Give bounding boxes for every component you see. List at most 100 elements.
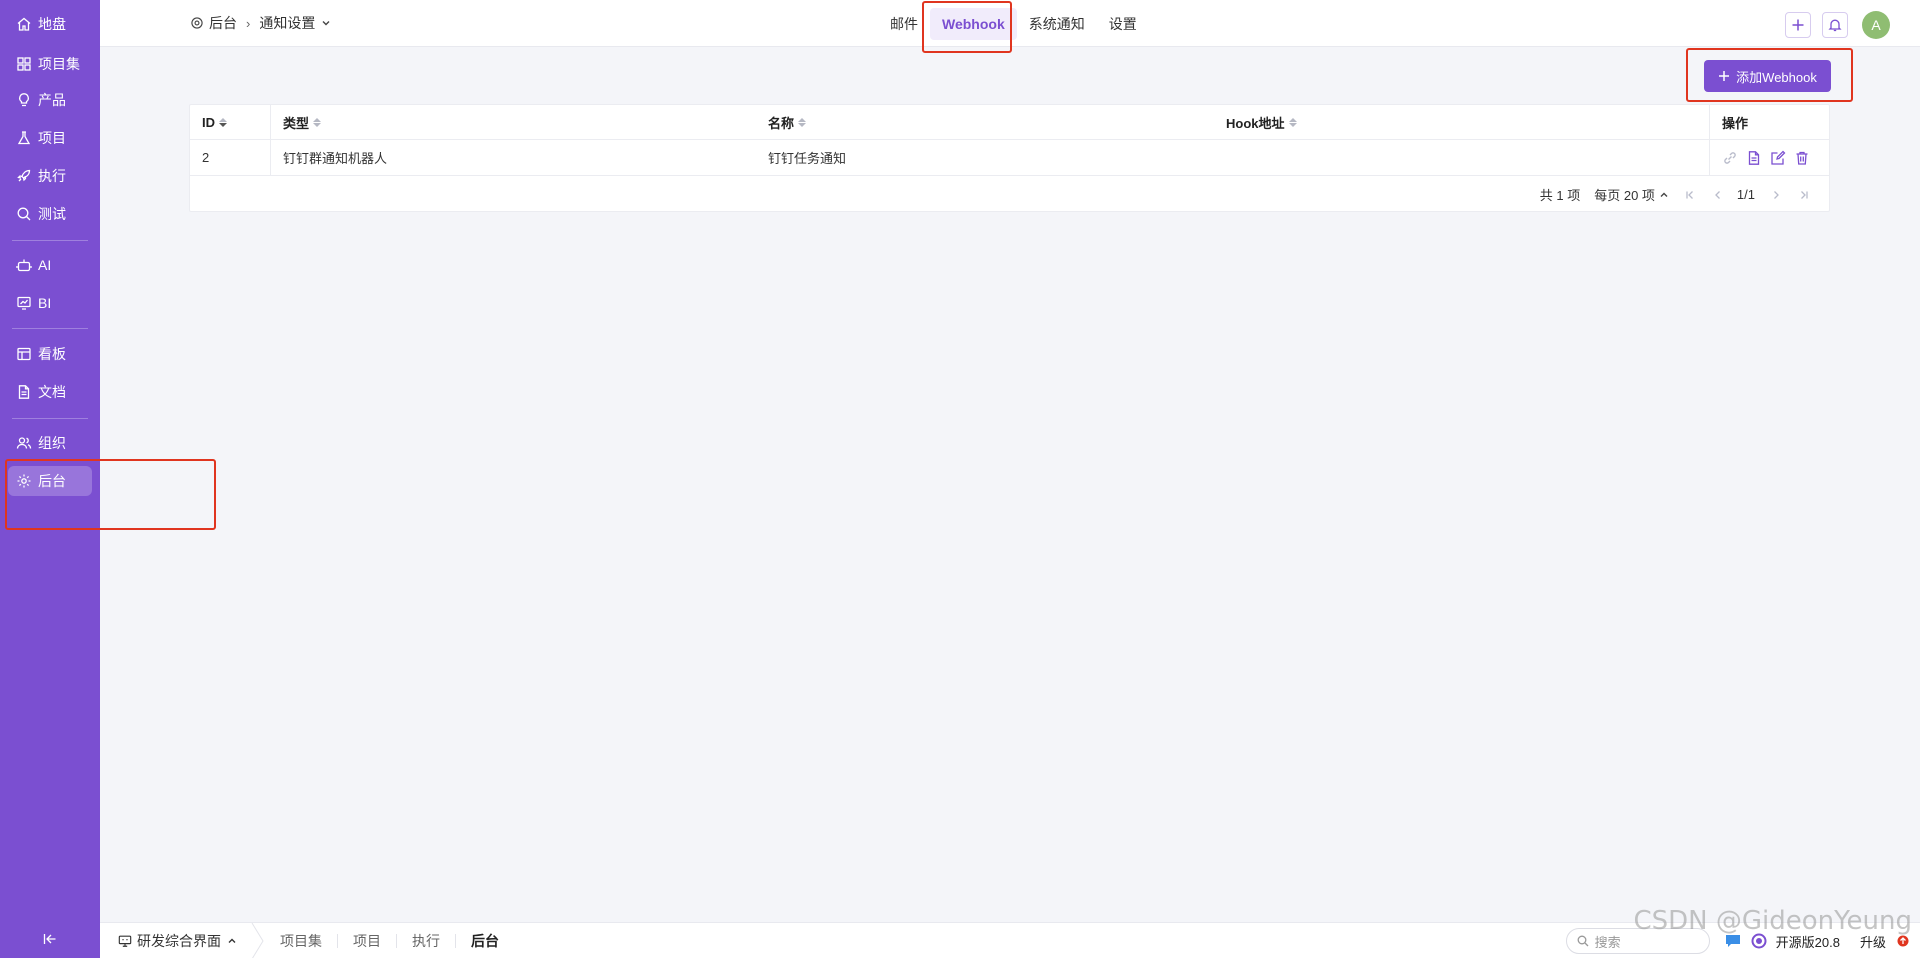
column-header-id[interactable]: ID [190,105,271,139]
upgrade-badge[interactable] [1894,933,1912,949]
cell-hook [1214,140,1709,175]
footer-crumb-admin[interactable]: 后台 [455,934,514,948]
sidebar-item-label: 产品 [38,92,66,108]
breadcrumb-current-dropdown[interactable]: 通知设置 [259,13,331,33]
rocket-icon [17,169,31,182]
edit-button[interactable] [1770,150,1786,166]
footer-crumb-program[interactable]: 项目集 [265,934,337,948]
webhook-table: ID 类型 名称 Hook地址 操作 2 钉钉群通知机器人 钉钉任务通知 共 1… [189,104,1830,212]
chevron-left-icon [1715,190,1720,199]
sidebar-divider [12,328,88,329]
sidebar-item-bi[interactable]: BI [8,288,92,318]
sort-icon[interactable] [313,117,322,127]
chat-button[interactable] [1724,933,1742,949]
flask-icon [17,131,31,145]
sidebar-item-label: 测试 [38,206,66,222]
pager-prev-button[interactable] [1711,188,1725,202]
pager-page: 1/1 [1736,187,1755,202]
sidebar-item-execution[interactable]: 执行 [8,161,92,191]
view-log-button[interactable] [1746,150,1762,166]
column-header-type[interactable]: 类型 [271,105,756,139]
sidebar-item-label: 地盘 [38,16,66,32]
user-avatar[interactable]: A [1862,11,1890,39]
cell-name[interactable]: 钉钉任务通知 [756,140,1214,175]
add-webhook-label: 添加Webhook [1736,69,1817,85]
sidebar: 地盘 项目集 产品 项目 执行 测试 AI BI 看板 文档 组织 后台 [0,0,100,958]
breadcrumb-root[interactable]: 后台 [209,13,237,33]
tab-settings[interactable]: 设置 [1097,8,1149,40]
sidebar-divider [12,240,88,241]
sidebar-item-doc[interactable]: 文档 [8,377,92,407]
lightbulb-icon [19,93,29,107]
sidebar-item-test[interactable]: 测试 [8,199,92,229]
table-row[interactable]: 2 钉钉群通知机器人 钉钉任务通知 [190,140,1829,176]
chat-icon [1725,935,1740,947]
home-icon [17,17,31,31]
sidebar-item-ai[interactable]: AI [8,250,92,280]
tab-webhook[interactable]: Webhook [930,7,1017,40]
sidebar-item-org[interactable]: 组织 [8,428,92,458]
sidebar-item-label: 项目集 [38,56,80,72]
sidebar-item-project[interactable]: 项目 [8,123,92,153]
chevron-right-icon [1774,190,1779,199]
document-icon [18,385,30,399]
footer-crumb-project[interactable]: 项目 [337,934,396,948]
chevron-up-icon [1660,192,1668,197]
interface-switcher[interactable]: 研发综合界面 [118,931,237,951]
sidebar-item-label: 执行 [38,168,66,184]
pager-last-button[interactable] [1797,188,1811,202]
tab-email[interactable]: 邮件 [878,8,930,40]
upgrade-badge-icon [1897,935,1909,947]
sidebar-item-dashboard[interactable]: 地盘 [8,9,92,39]
cell-id: 2 [190,140,271,175]
sort-icon[interactable] [1288,117,1297,127]
breadcrumb-current: 通知设置 [259,15,316,31]
sidebar-item-kanban[interactable]: 看板 [8,339,92,369]
sort-icon[interactable] [798,117,807,127]
table-header: ID 类型 名称 Hook地址 操作 [190,105,1829,140]
breadcrumb-separator: › [246,15,251,31]
bug-search-icon [17,207,31,221]
sidebar-item-program[interactable]: 项目集 [8,49,92,79]
robot-icon [16,259,32,272]
upgrade-link[interactable]: 升级 [1860,932,1886,951]
footer-nav: 研发综合界面 项目集 项目 执行 后台 [118,923,514,958]
top-actions: A [1774,11,1890,39]
sidebar-collapse-button[interactable] [40,930,60,948]
add-webhook-button[interactable]: 添加Webhook [1704,60,1831,92]
pager-first-button[interactable] [1683,188,1697,202]
sort-icon[interactable] [219,117,227,127]
document-icon [1748,150,1760,165]
notification-tabs: 邮件 Webhook 系统通知 设置 [878,0,1149,47]
sidebar-divider [12,418,88,419]
pager-total: 共 1 项 [1539,188,1581,203]
footer-search-input[interactable]: 搜索 [1565,928,1710,954]
notification-button[interactable] [1822,12,1848,38]
zentao-logo-icon [1751,933,1767,949]
pager-next-button[interactable] [1769,188,1783,202]
sidebar-item-label: 文档 [38,384,66,400]
tab-system-notice[interactable]: 系统通知 [1017,8,1097,40]
link-icon [1724,151,1736,164]
bell-icon [1828,19,1842,32]
pager-per-page-dropdown[interactable]: 每页 20 项 [1594,185,1669,204]
edit-icon [1771,150,1786,165]
bind-link-button[interactable] [1722,150,1738,166]
column-header-actions: 操作 [1709,105,1829,139]
sidebar-item-product[interactable]: 产品 [8,85,92,115]
footer-crumb-execution[interactable]: 执行 [396,934,455,948]
sidebar-item-label: 项目 [38,130,66,146]
delete-button[interactable] [1794,150,1810,166]
create-button[interactable] [1785,12,1811,38]
column-header-name[interactable]: 名称 [756,105,1214,139]
chevron-down-icon [322,21,330,26]
grid-icon [17,57,31,71]
cell-actions [1709,140,1829,175]
top-bar: 后台 › 通知设置 邮件 Webhook 系统通知 设置 A [100,0,1920,47]
cell-type: 钉钉群通知机器人 [283,151,388,166]
gear-icon [191,17,203,29]
column-header-hook[interactable]: Hook地址 [1214,105,1709,139]
breadcrumb-arrow-icon [251,923,264,958]
sidebar-item-admin[interactable]: 后台 [8,466,92,496]
sidebar-item-label: 后台 [38,473,66,489]
